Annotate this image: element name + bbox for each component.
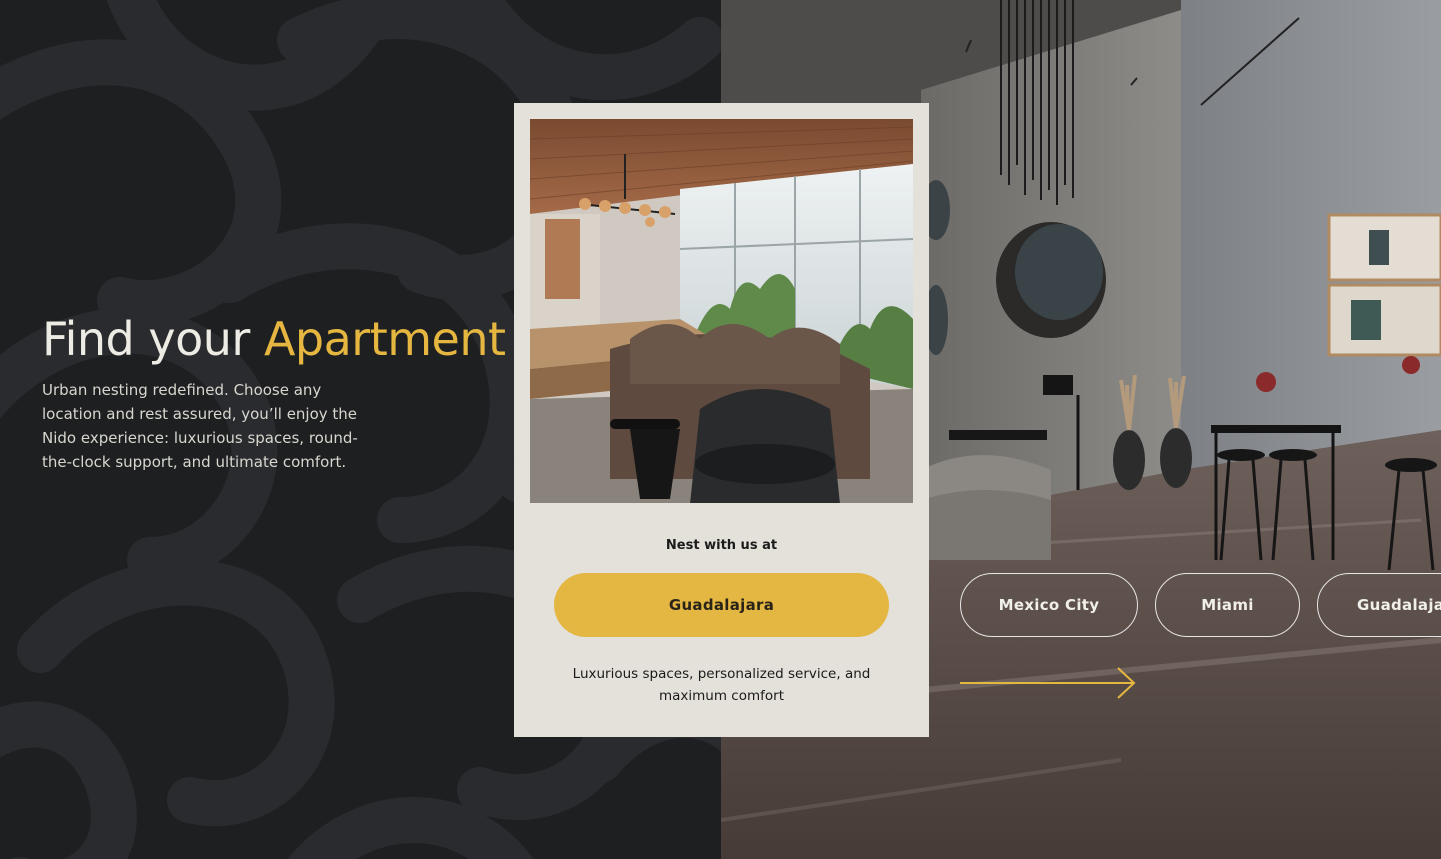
card-tagline: Luxurious spaces, personalized service, … xyxy=(572,666,871,704)
intro-text: Urban nesting redefined. Choose any loca… xyxy=(42,381,358,471)
city-pill-guadalajara[interactable]: Guadalajara xyxy=(1317,573,1441,637)
page-title: Find your Apartment xyxy=(42,312,506,366)
city-pill-mexico-city[interactable]: Mexico City xyxy=(960,573,1138,637)
arrow-right-icon[interactable] xyxy=(958,666,1138,700)
title-accent: Apartment xyxy=(263,312,506,366)
title-main: Find your xyxy=(42,312,250,366)
selected-city-button[interactable]: Guadalajara xyxy=(554,573,889,637)
lounge-photo xyxy=(530,119,913,503)
card-label: Nest with us at xyxy=(665,538,778,553)
city-pill-miami[interactable]: Miami xyxy=(1155,573,1300,637)
lounge-photo-illustration xyxy=(530,119,913,503)
location-card: Nest with us at Guadalajara Luxurious sp… xyxy=(514,103,929,737)
